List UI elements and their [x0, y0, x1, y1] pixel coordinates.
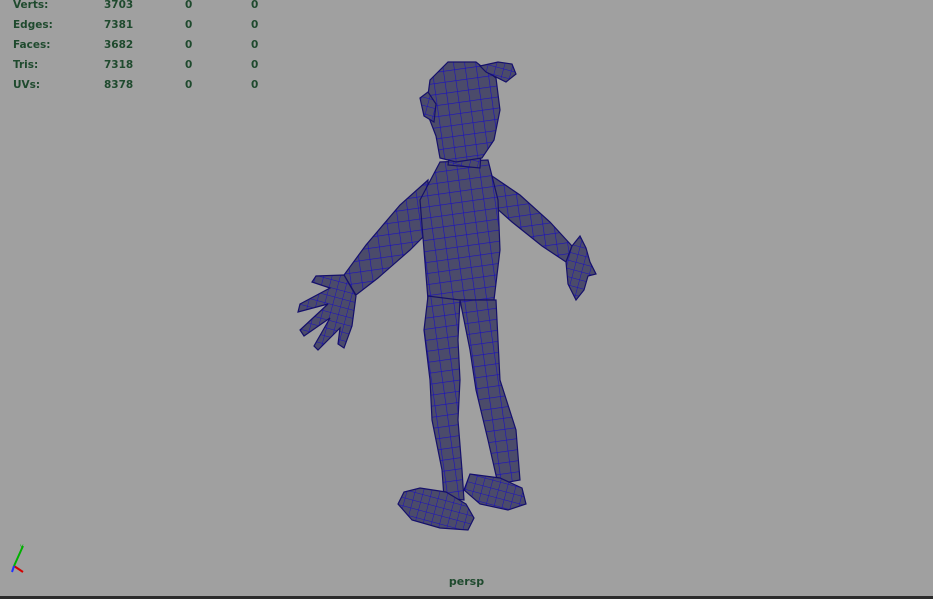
character-mesh[interactable] [0, 0, 933, 599]
svg-text:y: y [20, 543, 24, 550]
mesh-left-hand [297, 274, 357, 351]
mesh-left-leg [423, 295, 465, 501]
mesh-torso [419, 159, 501, 301]
mesh-head [425, 61, 501, 163]
mesh-right-leg [459, 299, 521, 485]
camera-name-label: persp [448, 575, 485, 588]
axis-indicator-icon: y [11, 543, 24, 573]
mesh-left-arm [343, 178, 429, 296]
mesh-right-arm [491, 174, 573, 263]
viewport-persp[interactable]: Verts: 3703 0 0 Edges: 7381 0 0 Faces: 3… [0, 0, 933, 599]
